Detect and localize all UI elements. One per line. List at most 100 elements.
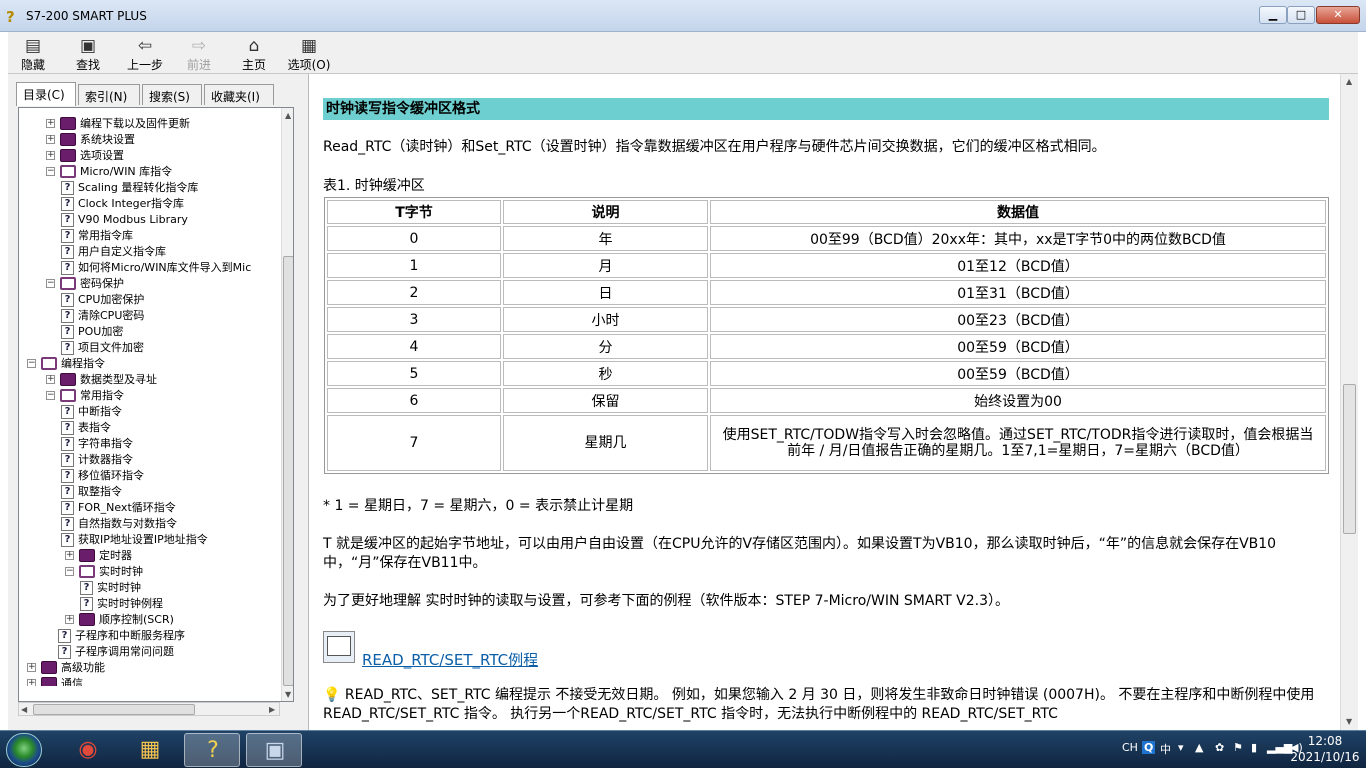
expand-icon[interactable]: + xyxy=(27,663,36,672)
toolbar-options-button[interactable]: ▦ 选项(O) xyxy=(284,36,334,73)
tree-item[interactable]: + 高级功能 xyxy=(19,660,281,676)
expand-icon[interactable]: + xyxy=(65,551,74,560)
tree-item[interactable]: + 系统块设置 xyxy=(19,132,281,148)
collapse-icon[interactable]: − xyxy=(46,279,55,288)
tree-item[interactable]: − 密码保护 xyxy=(19,276,281,292)
language-indicator[interactable]: CH xyxy=(1122,741,1138,754)
tree-item[interactable]: + 数据类型及寻址 xyxy=(19,372,281,388)
tree-item[interactable]: ? V90 Modbus Library xyxy=(19,212,281,228)
tree-item[interactable]: ? 用户自定义指令库 xyxy=(19,244,281,260)
tree-item[interactable]: − 常用指令 xyxy=(19,388,281,404)
tree-item[interactable]: + 通信 xyxy=(19,676,281,686)
tab-contents[interactable]: 目录(C) xyxy=(16,82,76,106)
tree-item[interactable]: ? 子程序和中断服务程序 xyxy=(19,628,281,644)
table-header: 数据值 xyxy=(710,200,1326,224)
tree-item[interactable]: ? 表指令 xyxy=(19,420,281,436)
tree-item[interactable]: ? POU加密 xyxy=(19,324,281,340)
tree-item[interactable]: + 编程下载以及固件更新 xyxy=(19,116,281,132)
network-flag-icon[interactable]: ⚑ xyxy=(1233,741,1243,754)
collapse-icon[interactable]: − xyxy=(46,167,55,176)
start-button[interactable] xyxy=(6,733,42,767)
tree-item[interactable]: − Micro/WIN 库指令 xyxy=(19,164,281,180)
ime-chevron-icon[interactable]: ▾ xyxy=(1178,741,1184,754)
ime-indicator[interactable]: 中 xyxy=(1160,741,1171,757)
tree-item[interactable]: ? FOR_Next循环指令 xyxy=(19,500,281,516)
tab-search[interactable]: 搜索(S) xyxy=(142,84,202,105)
tree-item-label: 子程序和中断服务程序 xyxy=(75,629,185,642)
tree-scroll-thumb[interactable] xyxy=(283,256,293,686)
tree-item[interactable]: + 顺序控制(SCR) xyxy=(19,612,281,628)
tree-item[interactable]: ? 移位循环指令 xyxy=(19,468,281,484)
expand-icon[interactable]: + xyxy=(65,615,74,624)
book-icon xyxy=(41,677,57,686)
scroll-down-arrow-icon[interactable]: ▼ xyxy=(285,690,291,699)
toolbar-back-arrow-button[interactable]: ⇦ 上一步 xyxy=(120,36,170,73)
scroll-down-arrow-icon[interactable]: ▼ xyxy=(1346,717,1352,726)
tree-item[interactable]: ? 实时时钟 xyxy=(19,580,281,596)
collapse-icon[interactable]: − xyxy=(27,359,36,368)
tree-item[interactable]: − 实时时钟 xyxy=(19,564,281,580)
content-vertical-scrollbar[interactable]: ▲ ▼ xyxy=(1340,74,1358,730)
taskbar-help-button[interactable]: ? xyxy=(184,733,240,767)
tree-item-label: Clock Integer指令库 xyxy=(78,197,184,210)
tree-item[interactable]: − 编程指令 xyxy=(19,356,281,372)
tree-item[interactable]: ? 清除CPU密码 xyxy=(19,308,281,324)
collapse-icon[interactable]: − xyxy=(46,391,55,400)
scroll-up-arrow-icon[interactable]: ▲ xyxy=(1346,77,1352,86)
tree-item[interactable]: + 定时器 xyxy=(19,548,281,564)
tree-horizontal-scrollbar[interactable]: ◀ ▶ xyxy=(18,702,280,716)
tree-item[interactable]: ? 自然指数与对数指令 xyxy=(19,516,281,532)
tray-app-icon[interactable]: ✿ xyxy=(1215,741,1224,754)
tree-hscroll-thumb[interactable] xyxy=(33,704,195,715)
search-q-icon[interactable]: Q xyxy=(1142,741,1156,754)
toolbar-home-button[interactable]: ⌂ 主页 xyxy=(229,36,279,73)
maximize-button[interactable]: □ xyxy=(1287,6,1315,24)
toolbar-find-button[interactable]: ▣ 查找 xyxy=(63,36,113,73)
toolbar-label: 查找 xyxy=(75,58,100,72)
expand-icon[interactable]: + xyxy=(27,679,36,686)
table-cell: 7 xyxy=(327,415,501,471)
expand-icon[interactable]: + xyxy=(46,151,55,160)
show-hidden-icons[interactable]: ▲ xyxy=(1195,741,1203,754)
help-page-icon: ? xyxy=(61,453,74,467)
scroll-left-arrow-icon[interactable]: ◀ xyxy=(21,705,27,714)
scroll-up-arrow-icon[interactable]: ▲ xyxy=(285,111,291,120)
toolbar-hide-button[interactable]: ▤ 隐藏 xyxy=(8,36,58,73)
tree-item[interactable]: ? 获取IP地址设置IP地址指令 xyxy=(19,532,281,548)
tab-index[interactable]: 索引(N) xyxy=(78,84,140,105)
tree-item[interactable]: ? 常用指令库 xyxy=(19,228,281,244)
expand-icon[interactable]: + xyxy=(46,119,55,128)
taskbar-explorer-button[interactable]: ▦ xyxy=(122,733,178,767)
clock[interactable]: 12:08 2021/10/16 xyxy=(1290,733,1360,765)
rtc-example-link[interactable]: READ_RTC/SET_RTC例程 xyxy=(362,649,538,670)
taskbar-microwin-button[interactable]: ▣ xyxy=(246,733,302,767)
collapse-icon[interactable]: − xyxy=(65,567,74,576)
tree-item[interactable]: ? Clock Integer指令库 xyxy=(19,196,281,212)
signal-icon[interactable]: ▂▄▆ xyxy=(1267,741,1292,754)
tree-item[interactable]: ? 字符串指令 xyxy=(19,436,281,452)
tree-item[interactable]: ? 实时时钟例程 xyxy=(19,596,281,612)
device-icon[interactable]: ▮ xyxy=(1251,741,1257,754)
content-scroll-thumb[interactable] xyxy=(1343,384,1356,534)
options-icon: ▦ xyxy=(300,36,318,56)
tree-item[interactable]: ? 计数器指令 xyxy=(19,452,281,468)
minimize-button[interactable]: ▁ xyxy=(1259,6,1287,24)
taskbar-chrome-button[interactable]: ◉ xyxy=(60,733,116,767)
tree-item[interactable]: ? 中断指令 xyxy=(19,404,281,420)
tree-item[interactable]: ? 取整指令 xyxy=(19,484,281,500)
tree-item[interactable]: ? 项目文件加密 xyxy=(19,340,281,356)
expand-icon[interactable]: + xyxy=(46,135,55,144)
tree-vertical-scrollbar[interactable]: ▲ ▼ xyxy=(281,108,293,701)
tree-item[interactable]: ? 子程序调用常问问题 xyxy=(19,644,281,660)
tab-favorites[interactable]: 收藏夹(I) xyxy=(204,84,274,105)
tree-item[interactable]: ? CPU加密保护 xyxy=(19,292,281,308)
tree-item[interactable]: + 选项设置 xyxy=(19,148,281,164)
expand-icon[interactable]: + xyxy=(46,375,55,384)
tree-item[interactable]: ? 如何将Micro/WIN库文件导入到Mic xyxy=(19,260,281,276)
tree-item[interactable]: ? Scaling 量程转化指令库 xyxy=(19,180,281,196)
toolbar-forward-arrow-button[interactable]: ⇨ 前进 xyxy=(174,36,224,73)
close-button[interactable]: ✕ xyxy=(1316,6,1360,24)
scroll-right-arrow-icon[interactable]: ▶ xyxy=(269,705,275,714)
program-link-icon[interactable] xyxy=(323,631,355,663)
tip-text: READ_RTC、SET_RTC 编程提示 不接受无效日期。 例如，如果您输入 … xyxy=(323,687,1315,722)
